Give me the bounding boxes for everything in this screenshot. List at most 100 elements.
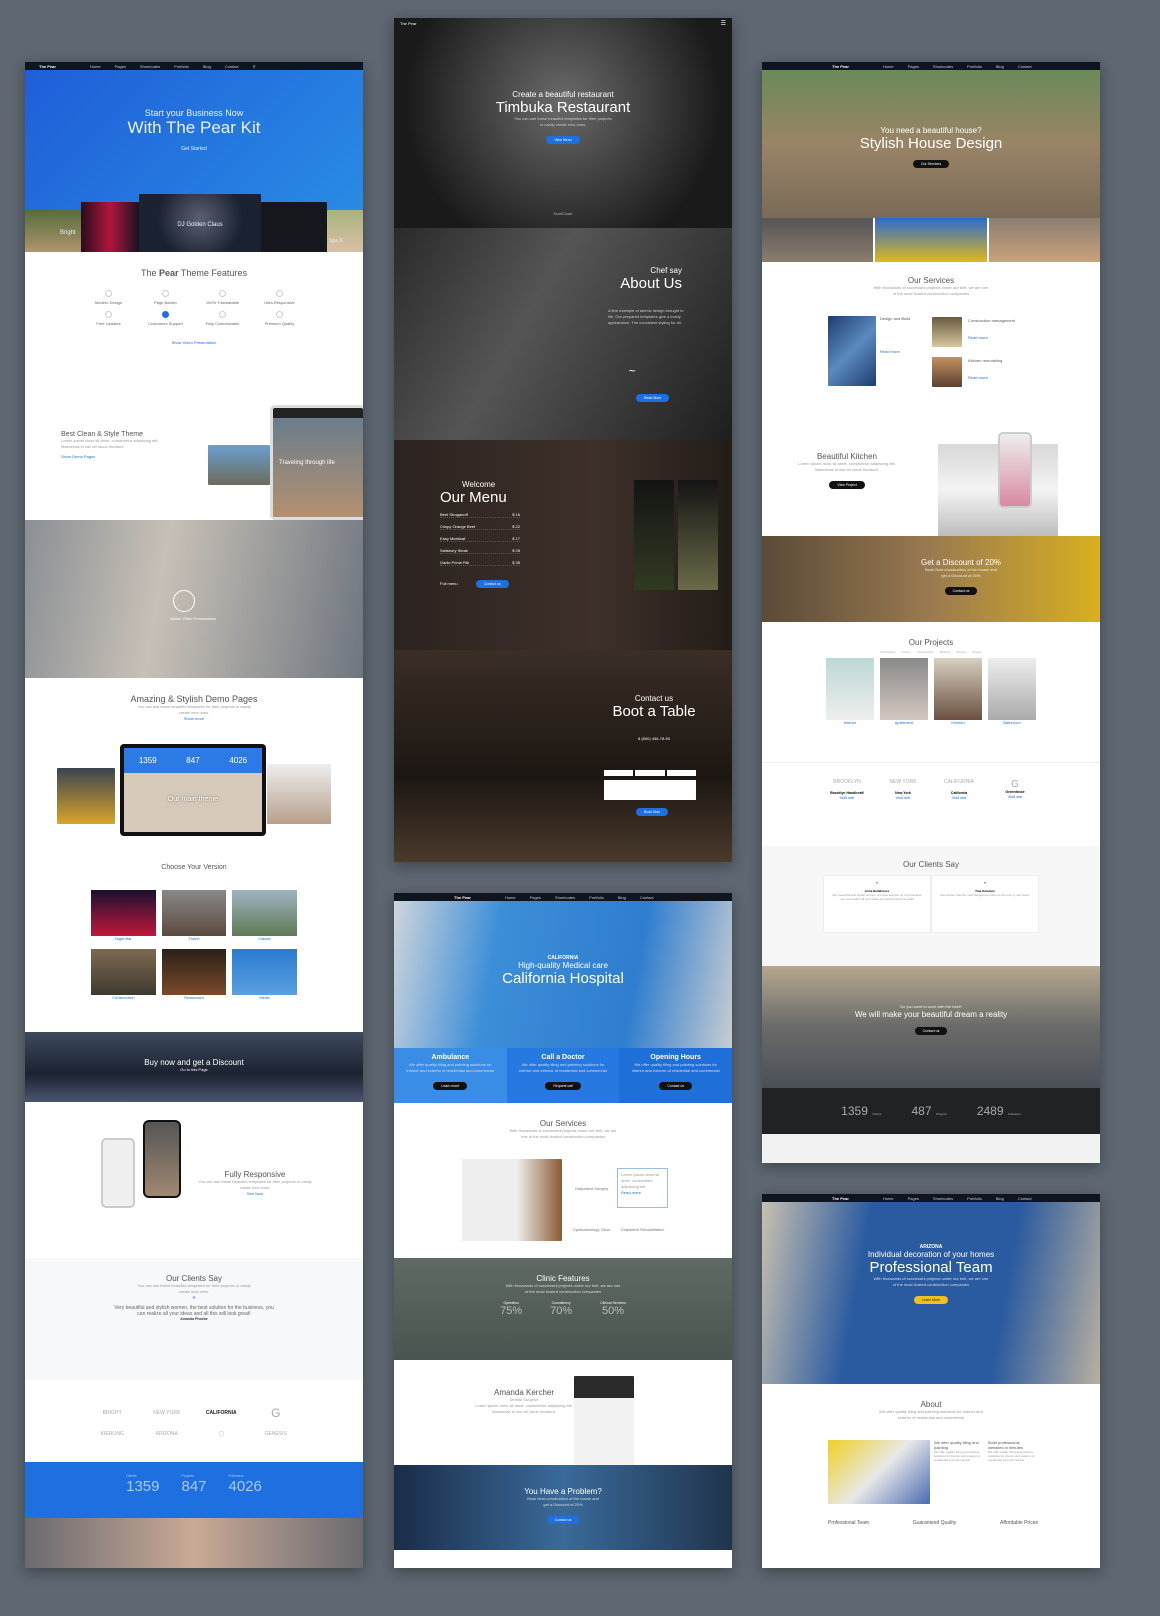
read-more-button[interactable]: Read More <box>636 394 670 402</box>
book-now-button[interactable]: Book Now <box>636 808 668 816</box>
nav-blog[interactable]: Blog <box>203 64 211 69</box>
nav-portfolio[interactable]: Portfolio <box>589 895 604 900</box>
date-field[interactable] <box>666 770 696 776</box>
client-quote: Very beautiful and stylish women, the be… <box>114 1305 274 1317</box>
hero-text: You can use these beautiful templates fo… <box>514 116 612 127</box>
quote-icon: ” <box>192 1295 196 1305</box>
service-item[interactable]: Ophthalmology Clinic <box>566 1227 617 1232</box>
project-card[interactable]: Apartment <box>880 658 928 725</box>
view-project-button[interactable]: View Project <box>829 481 865 489</box>
version-medic[interactable]: Medic <box>232 949 297 1000</box>
scroll-down[interactable]: Scroll Down <box>394 212 732 216</box>
service-card[interactable]: Lorem ipsum dolor sit amet, consectetur … <box>617 1168 668 1209</box>
nav-portfolio[interactable]: Portfolio <box>967 64 982 69</box>
box-title: Ambulance <box>431 1054 470 1061</box>
contact-us-button[interactable]: Contact us <box>944 587 978 595</box>
project-card[interactable]: Bathroom <box>988 658 1036 725</box>
project-card[interactable]: Interior <box>826 658 874 725</box>
full-menu-link[interactable]: Full menu <box>440 581 458 586</box>
logo[interactable]: The Pear <box>39 64 56 69</box>
thumbnail[interactable] <box>762 218 874 262</box>
logo[interactable]: The Pear <box>454 895 471 900</box>
doctor-photo <box>574 1376 634 1465</box>
filter-all[interactable]: All Projects <box>880 650 895 654</box>
nav-blog[interactable]: Blog <box>996 64 1004 69</box>
service-item[interactable]: Outpatient Surgery <box>566 1186 617 1191</box>
tablet-mockup: Traveling through life <box>270 405 363 520</box>
filter-building[interactable]: Building <box>940 650 951 654</box>
learn-more-button[interactable]: Learn More <box>914 1296 948 1304</box>
project-card[interactable]: Kitchen <box>934 658 982 725</box>
filter-interior[interactable]: Interior <box>901 650 910 654</box>
nav-pages[interactable]: Pages <box>908 1196 919 1201</box>
feature-item: Modern Design <box>85 290 132 305</box>
see-now-link[interactable]: See Now <box>195 1191 315 1196</box>
menu-icon[interactable]: ☰ <box>721 20 726 27</box>
video-presentation-link[interactable]: Show Video Presentation <box>25 340 363 345</box>
version-classic[interactable]: Classic <box>232 890 297 941</box>
client-author: Amanda Phoebe <box>180 1317 208 1321</box>
projects-section: Our Projects All Projects Interior Constru… <box>762 622 1100 762</box>
nav-home[interactable]: Home <box>505 895 516 900</box>
nav-contact[interactable]: Contact <box>1018 1196 1032 1201</box>
nav-home[interactable]: Home <box>90 64 101 69</box>
show-more-link[interactable]: Show more <box>25 716 363 721</box>
nav-pages[interactable]: Pages <box>530 895 541 900</box>
blueprints-photo <box>828 316 876 386</box>
search-icon[interactable]: ⚲ <box>253 64 256 69</box>
filter-kitchen[interactable]: Kitchen <box>956 650 966 654</box>
house-model-photo <box>932 317 962 347</box>
message-field[interactable] <box>604 780 696 800</box>
nav-shortcodes[interactable]: Shortcodes <box>933 1196 953 1201</box>
nav-shortcodes[interactable]: Shortcodes <box>555 895 575 900</box>
screenshot-phone <box>261 202 327 252</box>
view-menu-button[interactable]: View Menu <box>546 136 580 144</box>
nav-portfolio[interactable]: Portfolio <box>174 64 189 69</box>
logo[interactable]: The Pear <box>400 21 416 26</box>
discount-title: Buy now and get a Discount <box>144 1058 244 1067</box>
contact-us-button[interactable]: Contact us <box>914 1027 948 1035</box>
discount-link[interactable]: Go to this Page <box>25 1067 363 1072</box>
email-field[interactable] <box>635 770 665 776</box>
nav-pages[interactable]: Pages <box>908 64 919 69</box>
nav-contact[interactable]: Contact <box>1018 64 1032 69</box>
menu-item: Salisbury Steak $ 28 <box>440 548 520 554</box>
video-label: Watch Video Presentation <box>170 616 217 621</box>
nav-shortcodes[interactable]: Shortcodes <box>933 64 953 69</box>
nav-pages[interactable]: Pages <box>115 64 126 69</box>
team-photo: Watch Video Presentation <box>25 520 363 678</box>
play-icon[interactable] <box>173 590 195 612</box>
filter-design[interactable]: Design <box>972 650 981 654</box>
our-services-button[interactable]: Our Services <box>912 160 950 168</box>
nav-contact[interactable]: Contact <box>225 64 239 69</box>
nav-home[interactable]: Home <box>883 1196 894 1201</box>
learn-more-button[interactable]: Learn more <box>433 1082 468 1090</box>
version-construction[interactable]: Construction <box>91 949 156 1000</box>
filter-construction[interactable]: Construction <box>917 650 934 654</box>
demo-pages-link[interactable]: Show Demo Pages <box>61 454 171 459</box>
chef-signature: ~ <box>628 366 637 377</box>
version-restaurant[interactable]: Restaurant <box>161 949 227 1000</box>
contact-us-button[interactable]: Contact us <box>659 1082 693 1090</box>
service-item[interactable]: Outpatient Rehabilitation <box>617 1227 668 1232</box>
thumbnail[interactable] <box>988 218 1100 262</box>
logo[interactable]: The Pear <box>832 1196 849 1201</box>
nav-blog[interactable]: Blog <box>618 895 626 900</box>
nav-contact[interactable]: Contact <box>640 895 654 900</box>
version-night-bar[interactable]: Night Bar <box>91 890 156 941</box>
contact-button[interactable]: Contact us <box>476 580 509 588</box>
clean-theme-section: Best Clean & Style Theme Lorem ipsum dol… <box>25 385 363 520</box>
clean-title: Best Clean & Style Theme <box>61 431 143 438</box>
logo[interactable]: The Pear <box>832 64 849 69</box>
nav-home[interactable]: Home <box>883 64 894 69</box>
request-call-button[interactable]: Request call <box>545 1082 581 1090</box>
name-field[interactable] <box>604 770 634 776</box>
nav-portfolio[interactable]: Portfolio <box>967 1196 982 1201</box>
nav-shortcodes[interactable]: Shortcodes <box>140 64 160 69</box>
thumbnail[interactable] <box>875 218 987 262</box>
contact-us-button[interactable]: Contact us <box>546 1516 580 1524</box>
get-started-link[interactable]: Get Started <box>25 146 363 152</box>
version-travel[interactable]: Travel <box>161 890 227 941</box>
nav-blog[interactable]: Blog <box>996 1196 1004 1201</box>
versions-grid: Night Bar Travel Classic Construction Re… <box>91 890 297 1000</box>
